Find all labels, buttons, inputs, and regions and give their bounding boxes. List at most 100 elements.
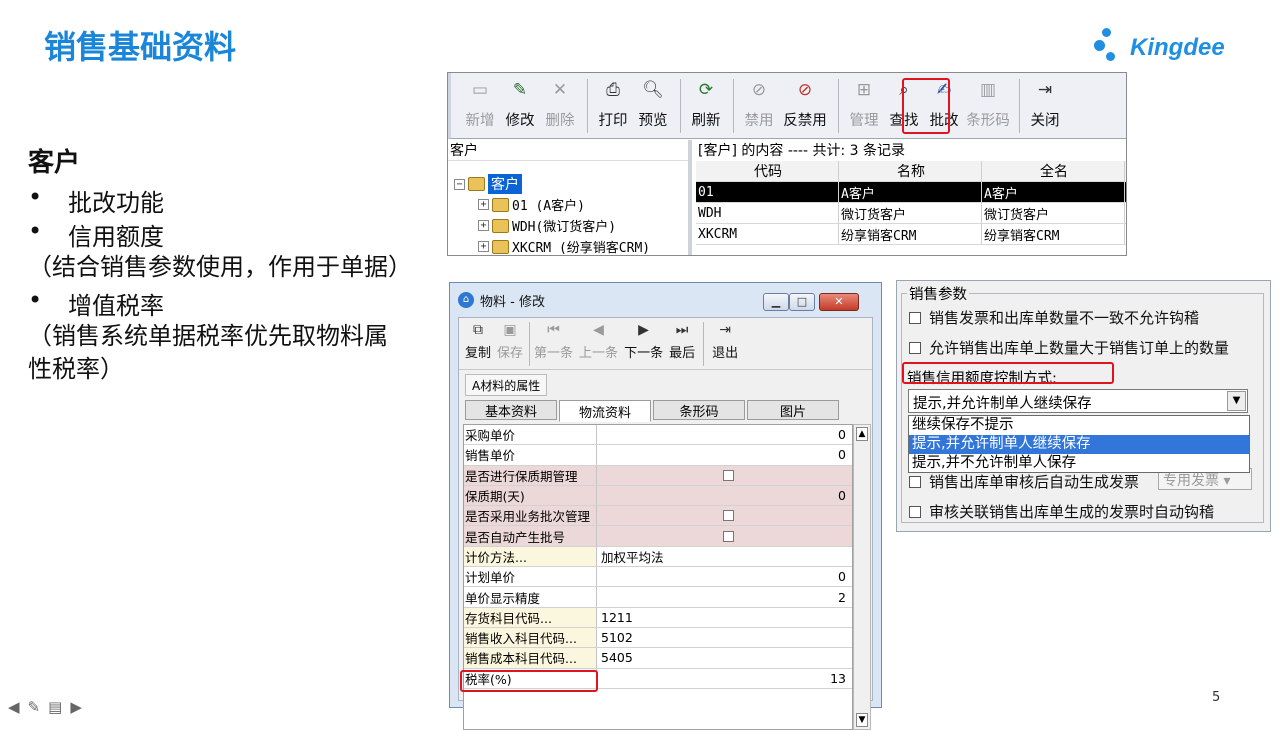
dropdown-option[interactable]: 提示,并不允许制单人保存 [909, 454, 1249, 473]
bullet-batch-edit: 批改功能 [28, 183, 408, 217]
close-button[interactable]: ⇥ 关闭 [1026, 79, 1064, 130]
section-heading: 客户 [28, 148, 81, 178]
tab-logistics[interactable]: 物流资料 [559, 400, 651, 422]
dropdown-option-selected[interactable]: 提示,并允许制单人继续保存 [909, 435, 1249, 454]
checkbox[interactable] [909, 311, 921, 324]
cell-code: WDH [696, 203, 839, 223]
property-row[interactable]: 保质期(天) 0 [464, 485, 852, 507]
property-row[interactable]: 采购单价 0 [464, 425, 852, 446]
column-header-name[interactable]: 名称 [839, 161, 982, 181]
cell-fullname: A客户 [982, 182, 1125, 202]
scroll-down-icon[interactable]: ▼ [856, 713, 868, 727]
grid-header: [客户] 的内容 ---- 共计: 3 条记录 [698, 143, 906, 159]
first-record-button[interactable]: ⏮ 第一条 [534, 322, 573, 361]
property-row[interactable]: 销售成本科目代码... 5405 [464, 648, 852, 669]
batch-management-checkbox[interactable] [723, 510, 734, 522]
property-label: 是否自动产生批号 [464, 526, 597, 546]
select-value: 专用发票 [1163, 473, 1219, 489]
property-row[interactable]: 是否自动产生批号 [464, 526, 852, 547]
option-auto-reconcile[interactable]: 审核关联销售出库单生成的发票时自动钩稽 [909, 501, 1214, 522]
column-header-fullname[interactable]: 全名 [982, 161, 1125, 181]
barcode-button[interactable]: ▥ 条形码 [965, 79, 1011, 130]
disable-button[interactable]: ⊘ 禁用 [740, 79, 778, 130]
expand-icon[interactable]: + [478, 220, 489, 231]
edit-button[interactable]: ✎ 修改 [501, 79, 539, 130]
logo-text: Kingdee [1130, 34, 1225, 61]
checkbox[interactable] [909, 341, 921, 354]
credit-control-dropdown: 继续保存不提示 提示,并允许制单人继续保存 提示,并不允许制单人保存 [908, 415, 1250, 473]
tab-basic[interactable]: 基本资料 [465, 400, 557, 420]
enable-button[interactable]: ⊘ 反禁用 [780, 79, 830, 130]
checkbox[interactable] [909, 505, 921, 518]
property-row[interactable]: 单价显示精度 2 [464, 587, 852, 608]
copy-button[interactable]: ⧉ 复制 [465, 322, 491, 361]
refresh-button[interactable]: ⟳ 刷新 [687, 79, 725, 130]
tree-node-wdh[interactable]: + WDH(微订货客户) [478, 216, 616, 235]
property-row[interactable]: 是否进行保质期管理 [464, 465, 852, 486]
next-record-button[interactable]: ▶ 下一条 [624, 322, 663, 361]
checkbox[interactable] [909, 475, 921, 488]
logo-dot-icon [1106, 52, 1115, 61]
last-record-button[interactable]: ⏭ 最后 [669, 322, 695, 361]
bullet-credit-limit: 信用额度 [28, 217, 408, 251]
table-row[interactable]: XKCRM 纷享销客CRM 纷享销客CRM [696, 224, 1126, 245]
print-button[interactable]: ⎙ 打印 [594, 79, 632, 130]
prev-slide-icon[interactable]: ◀ [8, 698, 20, 716]
option-allow-exceed[interactable]: 允许销售出库单上数量大于销售订单上的数量 [909, 337, 1229, 358]
table-row[interactable]: WDH 微订货客户 微订货客户 [696, 203, 1126, 224]
cell-name: 微订货客户 [839, 203, 982, 223]
save-button[interactable]: ▣ 保存 [497, 322, 523, 361]
option-label: 审核关联销售出库单生成的发票时自动钩稽 [929, 503, 1215, 521]
new-file-icon: ▭ [471, 80, 489, 100]
scroll-up-icon[interactable]: ▲ [856, 427, 868, 441]
next-slide-icon[interactable]: ▶ [70, 698, 82, 716]
tree-node-01[interactable]: + 01 (A客户) [478, 195, 585, 214]
shelf-life-checkbox[interactable] [723, 469, 734, 481]
tab-image[interactable]: 图片 [747, 400, 839, 420]
expand-icon[interactable]: + [478, 241, 489, 252]
grid-column-headers: 代码 名称 全名 [696, 161, 1126, 182]
tab-barcode[interactable]: 条形码 [653, 400, 745, 420]
property-row[interactable]: 计划单价 0 [464, 567, 852, 588]
maximize-button[interactable]: □ [789, 293, 815, 311]
property-row[interactable]: 是否采用业务批次管理 [464, 506, 852, 527]
material-toolbar: ⧉ 复制 ▣ 保存 ⏮ 第一条 ◀ 上一条 ▶ 下一条 ⏭ 最后 ⇥ 退出 [459, 318, 872, 370]
option-invoice-mismatch[interactable]: 销售发票和出库单数量不一致不允许钩稽 [909, 307, 1199, 328]
collapse-icon[interactable]: − [454, 178, 465, 190]
menu-icon[interactable]: ▤ [48, 698, 62, 716]
delete-button[interactable]: ✕ 删除 [541, 79, 579, 130]
slide-title: 销售基础资料 [44, 28, 237, 66]
property-scrollbar[interactable]: ▲ ▼ [853, 424, 871, 730]
preview-button[interactable]: 🔍︎ 预览 [634, 79, 672, 130]
close-window-button[interactable]: ✕ [819, 293, 859, 311]
delete-icon: ✕ [552, 80, 568, 100]
manage-button[interactable]: ⊞ 管理 [845, 79, 883, 130]
property-label: 是否采用业务批次管理 [464, 506, 597, 526]
property-value: 13 [830, 670, 846, 686]
property-row[interactable]: 销售单价 0 [464, 445, 852, 466]
column-header-code[interactable]: 代码 [696, 161, 839, 181]
exit-button[interactable]: ⇥ 退出 [712, 322, 738, 361]
tree-root[interactable]: − 客户 [454, 174, 522, 194]
property-value: 5405 [601, 650, 633, 666]
tree-root-label: 客户 [488, 174, 522, 194]
kingdee-logo: Kingdee [1092, 28, 1242, 70]
minimize-button[interactable]: ▁ [763, 293, 789, 311]
pen-icon[interactable]: ✎ [28, 698, 41, 716]
credit-control-select[interactable]: 提示,并允许制单人继续保存 ▼ [908, 389, 1248, 413]
first-icon: ⏮ [547, 322, 560, 338]
chevron-down-icon[interactable]: ▼ [1227, 391, 1246, 411]
property-row[interactable]: 存货科目代码... 1211 [464, 607, 852, 628]
option-auto-invoice[interactable]: 销售出库单审核后自动生成发票 [909, 471, 1139, 492]
tree-node-xkcrm[interactable]: + XKCRM (纷享销客CRM) [478, 237, 650, 256]
property-label: 销售成本科目代码... [464, 648, 597, 668]
property-row[interactable]: 销售收入科目代码... 5102 [464, 627, 852, 649]
prev-record-button[interactable]: ◀ 上一条 [579, 322, 618, 361]
table-row[interactable]: 01 A客户 A客户 [696, 182, 1126, 203]
auto-batch-checkbox[interactable] [723, 530, 734, 542]
dropdown-option[interactable]: 继续保存不提示 [909, 416, 1249, 435]
new-button[interactable]: ▭ 新增 [461, 79, 499, 130]
expand-icon[interactable]: + [478, 199, 489, 210]
property-row[interactable]: 计价方法... 加权平均法 [464, 546, 852, 568]
tree-node-label: XKCRM (纷享销客CRM) [512, 241, 651, 256]
